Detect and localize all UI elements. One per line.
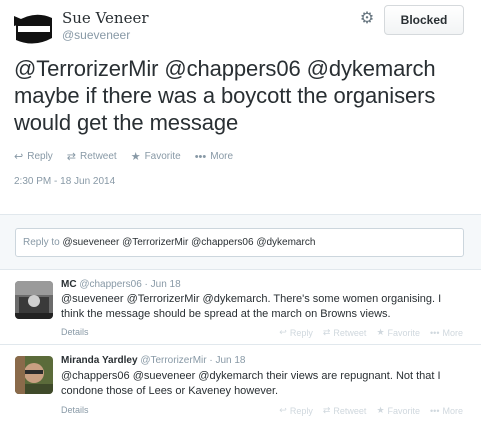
reply-input[interactable]: Reply to @sueveneer @TerrorizerMir @chap… (15, 228, 464, 257)
reply-item: Miranda Yardley @TerrorizerMir · Jun 18 … (0, 346, 481, 428)
reply-time[interactable]: · Jun 18 (145, 279, 181, 290)
tweet-text: @TerrorizerMir @chappers06 @dykemarch ma… (14, 56, 436, 135)
reply-action[interactable]: ↩ Reply (279, 327, 313, 338)
reply-text: @chappers06 @sueveneer @dykemarch their … (61, 370, 441, 397)
more-action[interactable]: ••• More (430, 327, 463, 338)
reply-header: MC @chappers06 · Jun 18 (61, 279, 181, 290)
more-action[interactable]: ••• More (430, 405, 463, 416)
star-icon: ★ (130, 151, 141, 163)
retweet-label: Retweet (80, 151, 117, 162)
gear-icon[interactable]: ⚙ (358, 10, 376, 28)
favorite-label: Favorite (144, 151, 181, 162)
reply-label: Reply (27, 151, 53, 162)
retweet-icon: ⇄ (66, 151, 77, 163)
favorite-action[interactable]: ★ Favorite (376, 405, 420, 416)
reply-action[interactable]: ↩ Reply (14, 150, 53, 163)
favorite-action[interactable]: ★ Favorite (131, 150, 181, 163)
reply-header: Miranda Yardley @TerrorizerMir · Jun 18 (61, 355, 246, 366)
more-label: More (210, 151, 234, 162)
author-handle[interactable]: @sueveneer (62, 28, 130, 42)
retweet-action[interactable]: ⇄ Retweet (323, 405, 367, 416)
retweet-label: Retweet (333, 405, 367, 416)
reply-action[interactable]: ↩ Reply (279, 405, 313, 416)
reply-area: Reply to @sueveneer @TerrorizerMir @chap… (0, 214, 481, 270)
author-name[interactable]: Sue Veneer (62, 9, 149, 27)
reply-time[interactable]: · Jun 18 (209, 355, 245, 366)
star-icon: ★ (376, 405, 385, 415)
retweet-action[interactable]: ⇄ Retweet (67, 150, 117, 163)
reply-author-handle[interactable]: @TerrorizerMir (140, 355, 206, 366)
avatar[interactable] (15, 281, 53, 319)
retweet-icon: ⇄ (322, 327, 331, 337)
reply-label: Reply (289, 405, 313, 416)
details-link[interactable]: Details (61, 327, 89, 337)
reply-label: Reply (289, 327, 313, 338)
blocked-button[interactable]: Blocked (384, 5, 464, 35)
avatar[interactable] (14, 8, 54, 48)
reply-author-name[interactable]: Miranda Yardley (61, 355, 138, 366)
retweet-label: Retweet (333, 327, 367, 338)
more-dots-icon: ••• (430, 405, 440, 416)
avatar[interactable] (15, 356, 53, 394)
favorite-action[interactable]: ★ Favorite (376, 327, 420, 338)
reply-icon: ↩ (279, 327, 287, 337)
reply-icon: ↩ (279, 405, 287, 415)
favorite-label: Favorite (387, 405, 421, 416)
favorite-label: Favorite (387, 327, 421, 338)
tweet-actions: ↩ Reply ⇄ Retweet ★ Favorite ••• More (14, 150, 233, 164)
reply-icon: ↩ (14, 151, 24, 163)
reply-author-name[interactable]: MC (61, 279, 77, 290)
main-tweet: Sue Veneer @sueveneer ⚙ Blocked @Terrori… (0, 0, 481, 214)
more-dots-icon: ••• (430, 327, 440, 338)
reply-actions: ↩ Reply ⇄ Retweet ★ Favorite ••• More (279, 327, 463, 338)
reply-actions: ↩ Reply ⇄ Retweet ★ Favorite ••• More (279, 405, 463, 416)
more-label: More (442, 405, 463, 416)
reply-text: @sueveneer @TerrorizerMir @dykemarch. Th… (61, 293, 442, 320)
retweet-icon: ⇄ (322, 405, 331, 415)
reply-prefix: Reply to (23, 237, 60, 248)
more-action[interactable]: ••• More (195, 151, 233, 163)
reply-author-handle[interactable]: @chappers06 (79, 279, 141, 290)
retweet-action[interactable]: ⇄ Retweet (323, 327, 367, 338)
tweet-timestamp: 2:30 PM - 18 Jun 2014 (14, 176, 116, 187)
more-label: More (442, 327, 463, 338)
more-dots-icon: ••• (194, 150, 207, 163)
star-icon: ★ (376, 327, 385, 337)
reply-item: MC @chappers06 · Jun 18 @sueveneer @Terr… (0, 271, 481, 345)
reply-mentions: @sueveneer @TerrorizerMir @chappers06 @d… (62, 237, 316, 248)
details-link[interactable]: Details (61, 405, 89, 415)
